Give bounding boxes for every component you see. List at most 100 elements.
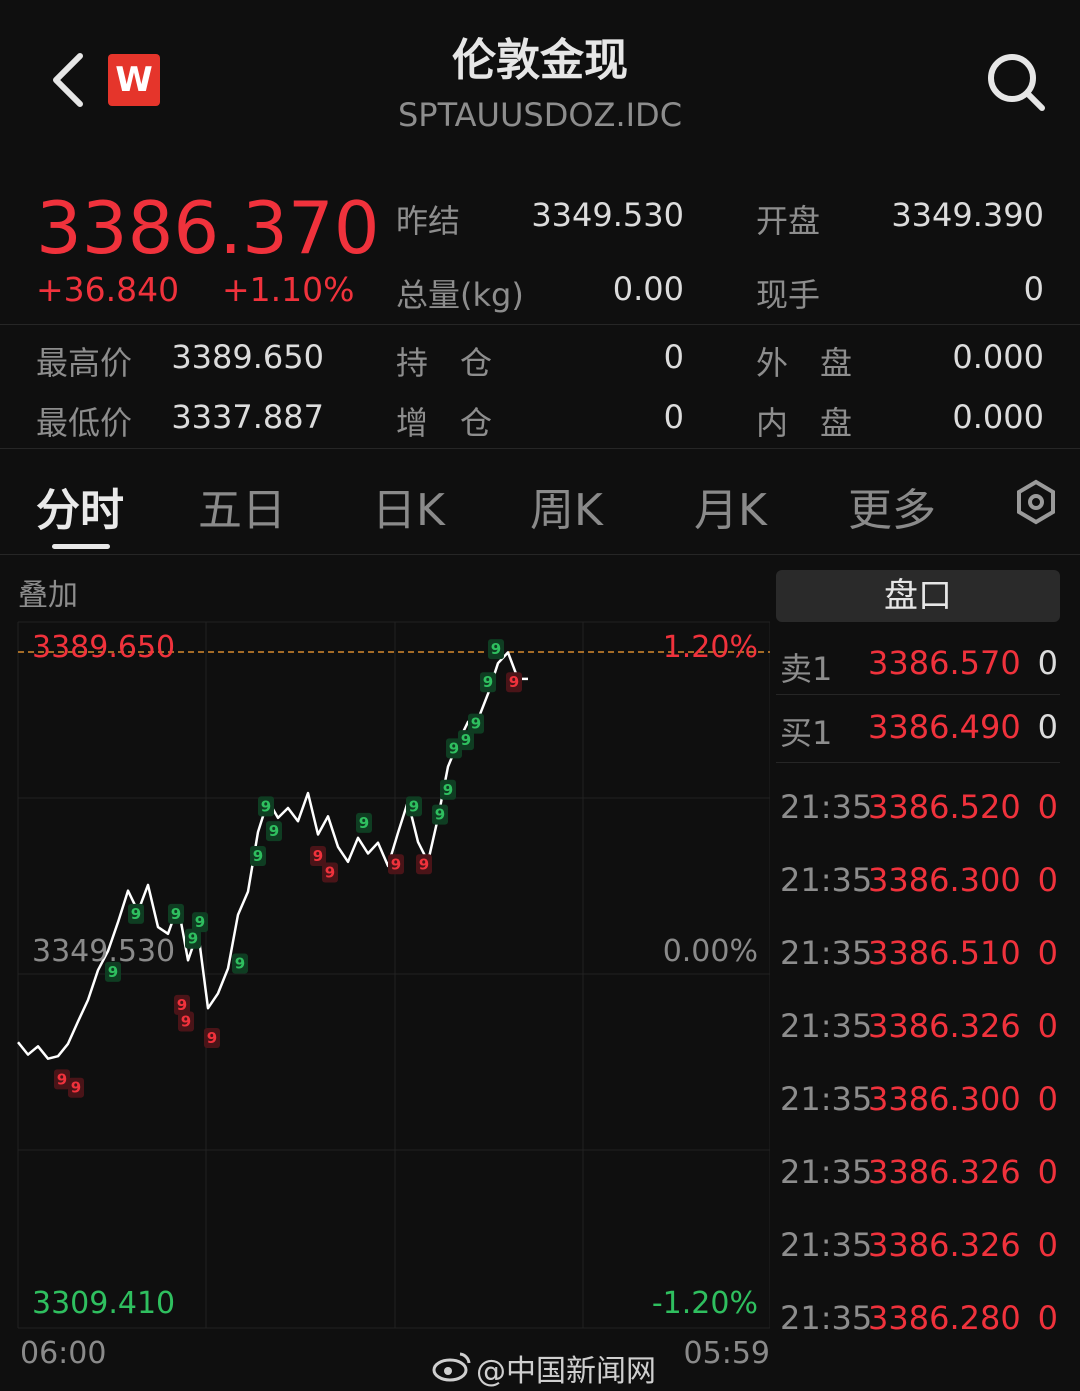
trade-price: 3386.326 bbox=[868, 1226, 1021, 1264]
marker-label: 9 bbox=[235, 955, 245, 973]
stat-value-open: 3349.390 bbox=[891, 196, 1044, 234]
buy-signal-marker: 9 bbox=[432, 804, 448, 825]
trade-qty: 0 bbox=[1037, 934, 1058, 972]
stat-value-volume: 0.00 bbox=[612, 270, 684, 308]
stat-value-inner: 0.000 bbox=[952, 398, 1044, 436]
buy-signal-marker: 9 bbox=[250, 845, 266, 866]
symbol-code: SPTAUUSDOZ.IDC bbox=[397, 96, 683, 134]
tab-more[interactable]: 更多 bbox=[848, 474, 936, 538]
ask-label: 卖1 bbox=[780, 650, 833, 688]
intraday-chart[interactable]: 99 9999999 99 999 99999 999999 9 99 bbox=[0, 610, 770, 1330]
bid-qty: 0 bbox=[1037, 708, 1058, 746]
buy-signal-marker: 9 bbox=[440, 779, 456, 800]
axis-top-price: 3389.650 bbox=[32, 630, 176, 665]
page-title: 伦敦金现 bbox=[452, 35, 628, 86]
marker-label: 9 bbox=[313, 847, 323, 865]
settings-hexagon-icon[interactable] bbox=[1014, 478, 1058, 526]
bid-price: 3386.490 bbox=[868, 708, 1021, 746]
buy-signal-marker: 9 bbox=[128, 903, 144, 924]
marker-label: 9 bbox=[491, 640, 501, 658]
trade-time: 21:35 bbox=[780, 934, 873, 972]
axis-top-pct: 1.20% bbox=[662, 630, 758, 665]
marker-label: 9 bbox=[207, 1029, 217, 1047]
divider bbox=[0, 554, 1080, 555]
trade-qty: 0 bbox=[1037, 1153, 1058, 1191]
stat-value-oi-change: 0 bbox=[663, 398, 684, 436]
trade-time: 21:35 bbox=[780, 1226, 873, 1264]
marker-label: 9 bbox=[483, 673, 493, 691]
buy-signal-marker: 9 bbox=[468, 713, 484, 734]
marker-label: 9 bbox=[325, 864, 335, 882]
buy-signal-marker: 9 bbox=[488, 639, 504, 660]
stat-value-high: 3389.650 bbox=[171, 338, 324, 376]
marker-label: 9 bbox=[171, 905, 181, 923]
tab-daily-k[interactable]: 日K bbox=[372, 474, 445, 538]
marker-label: 9 bbox=[253, 847, 263, 865]
tab-monthly-k[interactable]: 月K bbox=[694, 474, 767, 538]
stat-label-inner: 内 盘 bbox=[756, 404, 853, 442]
marker-label: 9 bbox=[261, 797, 271, 815]
tab-intraday[interactable]: 分时 bbox=[36, 474, 124, 538]
ask-price: 3386.570 bbox=[868, 644, 1021, 682]
divider bbox=[776, 762, 1060, 763]
sell-signal-marker: 9 bbox=[178, 1011, 194, 1032]
marker-label: 9 bbox=[71, 1079, 81, 1097]
sell-signal-marker: 9 bbox=[204, 1028, 220, 1049]
divider bbox=[776, 694, 1060, 695]
trade-qty: 0 bbox=[1037, 1299, 1058, 1337]
trade-time: 21:35 bbox=[780, 1080, 873, 1118]
last-price: 3386.370 bbox=[36, 186, 380, 270]
tab-weekly-k[interactable]: 周K bbox=[530, 474, 603, 538]
overlay-button[interactable]: 叠加 bbox=[18, 570, 78, 614]
stat-label-high: 最高价 bbox=[36, 344, 133, 382]
stat-value-outer: 0.000 bbox=[952, 338, 1044, 376]
price-change: +36.840 bbox=[36, 270, 180, 309]
order-book-tab[interactable]: 盘口 bbox=[776, 570, 1060, 622]
marker-label: 9 bbox=[359, 814, 369, 832]
stat-label-open: 开盘 bbox=[756, 202, 821, 240]
trade-time: 21:35 bbox=[780, 1153, 873, 1191]
buy-signal-marker: 9 bbox=[192, 912, 208, 933]
stat-label-low: 最低价 bbox=[36, 404, 133, 442]
trade-qty: 0 bbox=[1037, 861, 1058, 899]
trade-time: 21:35 bbox=[780, 861, 873, 899]
tab-five-day[interactable]: 五日 bbox=[198, 474, 286, 538]
price-change-pct: +1.10% bbox=[222, 270, 355, 309]
chart-grid bbox=[17, 621, 770, 1329]
sell-signal-marker: 9 bbox=[54, 1069, 70, 1090]
marker-label: 9 bbox=[195, 913, 205, 931]
buy-signal-marker: 9 bbox=[232, 953, 248, 974]
stat-label-oi-change: 增 仓 bbox=[396, 404, 493, 442]
stat-label-prev-settle: 昨结 bbox=[396, 202, 461, 240]
stat-label-current-lot: 现手 bbox=[756, 276, 821, 314]
marker-label: 9 bbox=[188, 930, 198, 948]
signal-markers: 99 9999999 99 999 99999 999999 9 99 bbox=[54, 639, 522, 1098]
axis-bottom-pct: -1.20% bbox=[651, 1286, 758, 1321]
sell-signal-marker: 9 bbox=[506, 672, 522, 693]
active-tab-indicator bbox=[52, 544, 110, 549]
stat-value-open-interest: 0 bbox=[663, 338, 684, 376]
ask-qty: 0 bbox=[1037, 644, 1058, 682]
marker-label: 9 bbox=[391, 855, 401, 873]
price-line bbox=[17, 651, 528, 1060]
buy-signal-marker: 9 bbox=[406, 796, 422, 817]
divider bbox=[0, 448, 1080, 449]
sell-signal-marker: 9 bbox=[322, 862, 338, 883]
trade-price: 3386.326 bbox=[868, 1007, 1021, 1045]
trade-price: 3386.300 bbox=[868, 1080, 1021, 1118]
buy-signal-marker: 9 bbox=[266, 821, 282, 842]
trade-price: 3386.300 bbox=[868, 861, 1021, 899]
trade-time: 21:35 bbox=[780, 788, 873, 826]
divider bbox=[0, 324, 1080, 325]
axis-time-start: 06:00 bbox=[20, 1336, 107, 1371]
buy-signal-marker: 9 bbox=[356, 812, 372, 833]
search-icon[interactable] bbox=[984, 50, 1048, 114]
stat-value-prev-settle: 3349.530 bbox=[531, 196, 684, 234]
buy-signal-marker: 9 bbox=[168, 903, 184, 924]
sell-signal-marker: 9 bbox=[416, 854, 432, 875]
trade-qty: 0 bbox=[1037, 1007, 1058, 1045]
axis-bottom-price: 3309.410 bbox=[32, 1286, 176, 1321]
axis-time-end: 05:59 bbox=[683, 1336, 770, 1371]
marker-label: 9 bbox=[57, 1070, 67, 1088]
buy-signal-marker: 9 bbox=[480, 672, 496, 693]
